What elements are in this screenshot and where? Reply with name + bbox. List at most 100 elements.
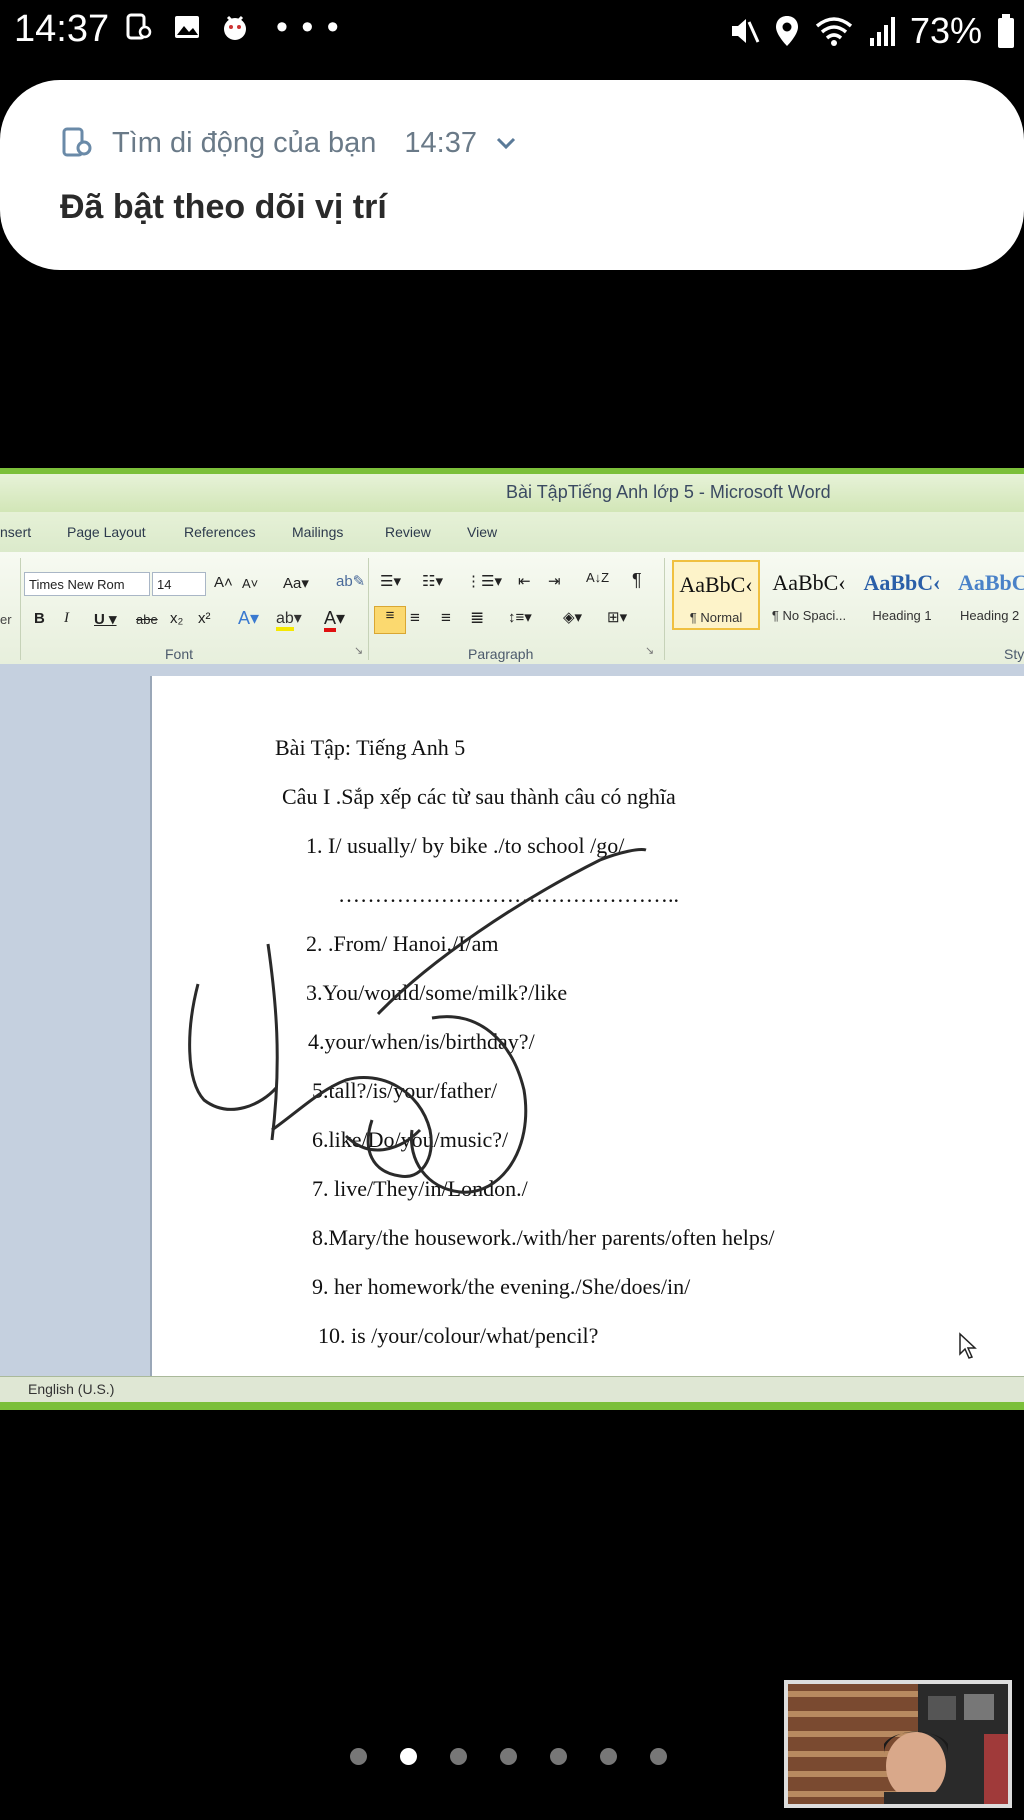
list-item: 10. is /your/colour/what/pencil?	[318, 1323, 599, 1348]
style-name: ¶ Normal	[689, 610, 743, 625]
page-dot[interactable]	[550, 1748, 567, 1765]
shading-icon[interactable]: ◈▾	[563, 608, 582, 626]
list-item: 9. her homework/the evening./She/does/in…	[312, 1274, 691, 1299]
list-item: 6.like/Do/you/music?/	[312, 1127, 509, 1152]
window-bottom-border	[0, 1402, 1024, 1410]
italic-button[interactable]: I	[64, 610, 69, 627]
paragraph-dialog-launcher-icon[interactable]: ↘	[645, 644, 654, 657]
status-bar: 14:37 • • • 73%	[0, 0, 1024, 60]
title-bar: Bài TậpTiếng Anh lớp 5 - Microsoft Word	[0, 468, 1024, 512]
font-size-box[interactable]: 14	[152, 572, 206, 596]
window-title: Bài TậpTiếng Anh lớp 5 - Microsoft Word	[506, 482, 831, 502]
find-device-icon	[62, 127, 92, 157]
strikethrough-button[interactable]: abe	[136, 612, 158, 627]
document-page[interactable]	[150, 676, 1024, 1376]
font-dialog-launcher-icon[interactable]: ↘	[354, 644, 363, 657]
bold-button[interactable]: B	[34, 610, 45, 627]
clear-format-icon[interactable]: ab✎	[336, 572, 365, 590]
mouse-cursor-icon	[959, 1332, 977, 1359]
style-sample: AaBbC‹	[863, 570, 941, 595]
word-window[interactable]: Bài TậpTiếng Anh lớp 5 - Microsoft Word …	[0, 468, 1024, 1410]
document-heading: Bài Tập: Tiếng Anh 5	[275, 735, 466, 760]
style-heading-1[interactable]: AaBbC‹ Heading 1	[858, 560, 946, 630]
paragraph-group-label: Paragraph	[468, 646, 534, 662]
mute-icon	[731, 19, 760, 43]
more-notifications-icon: • • •	[276, 8, 341, 46]
increase-indent-icon[interactable]: ⇥	[548, 572, 561, 590]
highlight-icon[interactable]: ab▾	[276, 608, 302, 631]
align-left-button[interactable]: ≡	[374, 606, 406, 634]
page-dot-active[interactable]	[400, 1748, 417, 1765]
word-status-bar: English (U.S.)	[0, 1376, 1024, 1403]
list-item: 8.Mary/the housework./with/her parents/o…	[312, 1225, 775, 1250]
page-indicator	[350, 1748, 667, 1765]
language-indicator[interactable]: English (U.S.)	[28, 1381, 114, 1397]
tab-view[interactable]: View	[467, 524, 497, 540]
change-case-button[interactable]: Aa▾	[283, 574, 309, 592]
align-right-button[interactable]: ≡	[441, 608, 451, 628]
sort-icon[interactable]: A↓Z	[586, 570, 609, 585]
style-name: Heading 2	[960, 608, 1020, 623]
document-area	[0, 664, 1024, 1376]
group-separator	[664, 558, 665, 660]
tab-mailings[interactable]: Mailings	[292, 524, 343, 540]
battery-percent: 73%	[909, 10, 982, 51]
grow-font-button[interactable]: A˄	[214, 574, 233, 591]
signal-icon	[869, 17, 895, 46]
shrink-font-button[interactable]: A˅	[242, 576, 258, 591]
superscript-button[interactable]: x²	[198, 610, 211, 627]
status-right: 73%	[726, 10, 1016, 52]
status-time: 14:37	[14, 8, 110, 50]
app-notification-icon	[224, 15, 246, 40]
style-sample: AaBbC	[958, 570, 1024, 595]
page-dot[interactable]	[650, 1748, 667, 1765]
line-spacing-icon[interactable]: ↕≡▾	[508, 608, 532, 626]
tab-references[interactable]: References	[184, 524, 256, 540]
font-name-box[interactable]: Times New Rom	[24, 572, 150, 596]
justify-button[interactable]: ≣	[470, 608, 484, 628]
subscript-button[interactable]: x₂	[170, 610, 183, 627]
align-center-button[interactable]: ≡	[410, 608, 420, 628]
battery-icon	[998, 14, 1014, 48]
font-color-icon[interactable]: A▾	[324, 608, 345, 632]
tab-insert[interactable]: nsert	[0, 524, 31, 540]
notification-time: 14:37	[404, 126, 477, 159]
group-separator	[20, 558, 21, 660]
list-item: 7. live/They/in/London./	[312, 1176, 528, 1201]
borders-icon[interactable]: ⊞▾	[607, 608, 627, 626]
list-item: 5.tall?/is/your/father/	[312, 1078, 498, 1103]
decrease-indent-icon[interactable]: ⇤	[518, 572, 531, 590]
notification-card[interactable]: Tìm di động của bạn 14:37 Đã bật theo dõ…	[0, 80, 1024, 270]
style-no-spacing[interactable]: AaBbC‹ ¶ No Spaci...	[765, 560, 853, 630]
wifi-icon	[815, 17, 853, 46]
underline-button[interactable]: U ▾	[94, 610, 117, 628]
answer-dots: ………………………………………..	[338, 882, 679, 907]
style-heading-2[interactable]: AaBbC Heading 2	[950, 560, 1024, 630]
ribbon-tabs: nsert Page Layout References Mailings Re…	[0, 512, 1024, 552]
page-dot[interactable]	[450, 1748, 467, 1765]
text-effects-icon[interactable]: A▾	[238, 608, 259, 629]
numbering-icon[interactable]: ☷▾	[422, 572, 443, 590]
list-item: 4.your/when/is/birthday?/	[308, 1029, 535, 1054]
multilevel-list-icon[interactable]: ⋮☰▾	[466, 572, 502, 590]
group-separator	[368, 558, 369, 660]
page-dot[interactable]	[500, 1748, 517, 1765]
list-item: 2. .From/ Hanoi./I/am	[306, 931, 499, 956]
notification-header: Tìm di động của bạn 14:37	[60, 125, 519, 161]
bullets-icon[interactable]: ☰▾	[380, 572, 401, 590]
tab-page-layout[interactable]: Page Layout	[67, 524, 146, 540]
style-sample: AaBbC‹	[679, 572, 753, 597]
chevron-down-icon[interactable]	[493, 133, 519, 153]
page-dot[interactable]	[600, 1748, 617, 1765]
styles-group-label: Sty	[1004, 646, 1024, 662]
style-sample: AaBbC‹	[772, 570, 846, 595]
show-marks-icon[interactable]: ¶	[632, 570, 642, 591]
style-normal[interactable]: AaBbC‹ ¶ Normal	[672, 560, 760, 630]
page-dot[interactable]	[350, 1748, 367, 1765]
find-device-icon	[126, 13, 152, 40]
list-item: 3.You/would/some/milk?/like	[306, 980, 568, 1005]
tab-review[interactable]: Review	[385, 524, 431, 540]
status-left-icons	[124, 12, 250, 42]
video-thumbnail[interactable]	[784, 1680, 1012, 1808]
style-name: Heading 1	[872, 608, 932, 623]
